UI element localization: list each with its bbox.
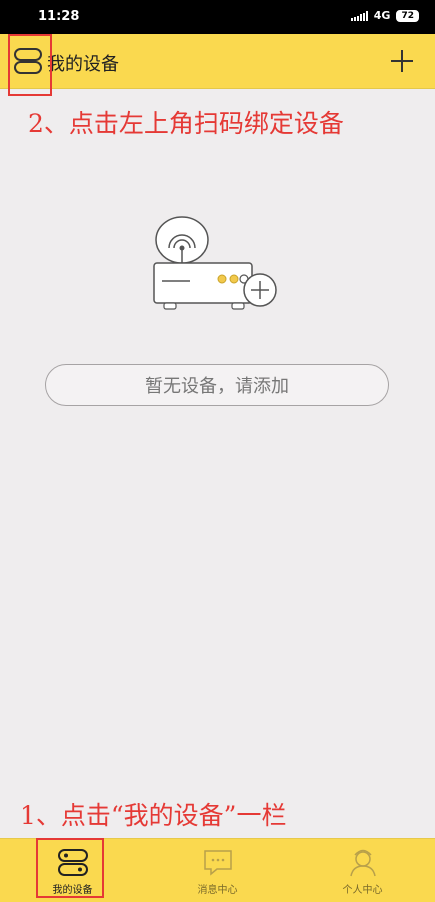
plus-icon — [391, 50, 413, 72]
nav-label: 个人中心 — [342, 885, 383, 896]
status-bar: 11:28 4G 72 — [0, 0, 435, 34]
nav-item-messages[interactable]: 消息中心 — [145, 839, 290, 902]
status-time: 11:28 — [38, 9, 80, 24]
add-device-button[interactable] — [389, 48, 415, 74]
message-icon — [203, 850, 232, 876]
page-title: 我的设备 — [47, 54, 119, 75]
top-bar: 我的设备 — [0, 34, 435, 89]
status-indicators: 4G 72 — [350, 9, 419, 22]
annotation-box-device-list — [8, 34, 52, 96]
nav-label: 消息中心 — [197, 885, 238, 896]
router-add-icon — [150, 215, 280, 315]
signal-icon — [350, 10, 368, 21]
nav-item-profile[interactable]: 个人中心 — [290, 839, 435, 902]
user-icon — [349, 849, 376, 877]
empty-state-message[interactable]: 暂无设备，请添加 — [45, 364, 389, 406]
annotation-step-2: 2、点击左上角扫码绑定设备 — [28, 109, 344, 138]
annotation-box-my-devices — [36, 838, 104, 898]
battery-icon: 72 — [396, 9, 419, 22]
network-type: 4G — [373, 9, 391, 22]
annotation-step-1: 1、点击“我的设备”一栏 — [20, 801, 287, 830]
